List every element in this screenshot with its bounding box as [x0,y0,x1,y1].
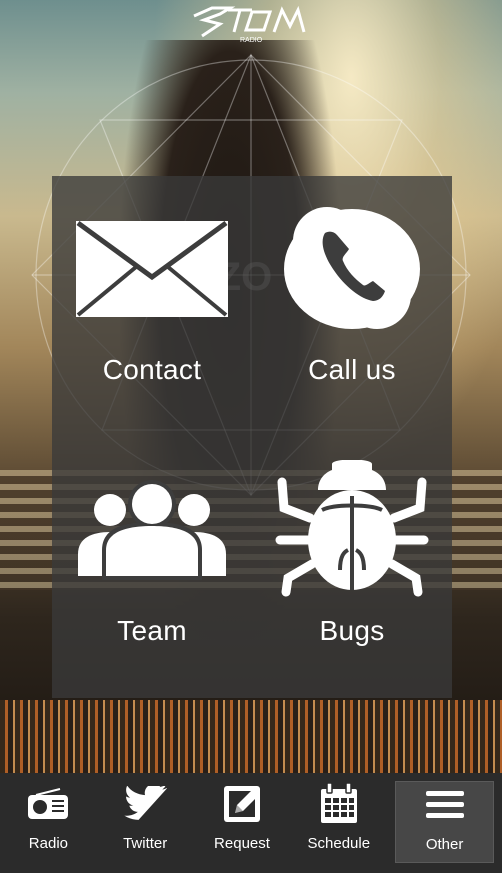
team-label: Team [117,615,187,646]
svg-text:RADIO: RADIO [240,37,263,44]
contact-tile[interactable]: Contact [52,176,252,437]
tab-radio-label: Radio [28,835,68,852]
team-icon [74,465,230,595]
tab-radio[interactable]: Radio [0,773,97,873]
bottom-tab-bar: Radio Twitter Request Schedule Other [0,773,502,873]
call-us-tile[interactable]: Call us [252,176,452,437]
envelope-icon [74,204,230,334]
tab-schedule-label: Schedule [307,835,371,852]
twitter-icon [123,779,168,829]
tab-twitter-label: Twitter [123,835,168,852]
tab-twitter[interactable]: Twitter [97,773,194,873]
tab-other[interactable]: Other [395,781,494,863]
menu-panel: Contact Call us Team Bugs [52,176,452,698]
contact-label: Contact [102,354,202,385]
tab-schedule[interactable]: Schedule [290,773,387,873]
storm-radio-logo: RADIO [193,5,306,44]
team-tile[interactable]: Team [52,437,252,698]
call-us-label: Call us [308,354,396,385]
tab-request[interactable]: Request [194,773,291,873]
calendar-icon [319,779,359,829]
menu-icon [425,780,464,830]
edit-icon [221,779,263,829]
bugs-tile[interactable]: Bugs [252,437,452,698]
radio-icon [26,779,70,829]
tab-request-label: Request [214,835,270,852]
bug-icon [274,460,430,597]
bugs-label: Bugs [319,615,385,646]
tab-other-label: Other [425,836,464,853]
phone-icon [277,204,427,334]
